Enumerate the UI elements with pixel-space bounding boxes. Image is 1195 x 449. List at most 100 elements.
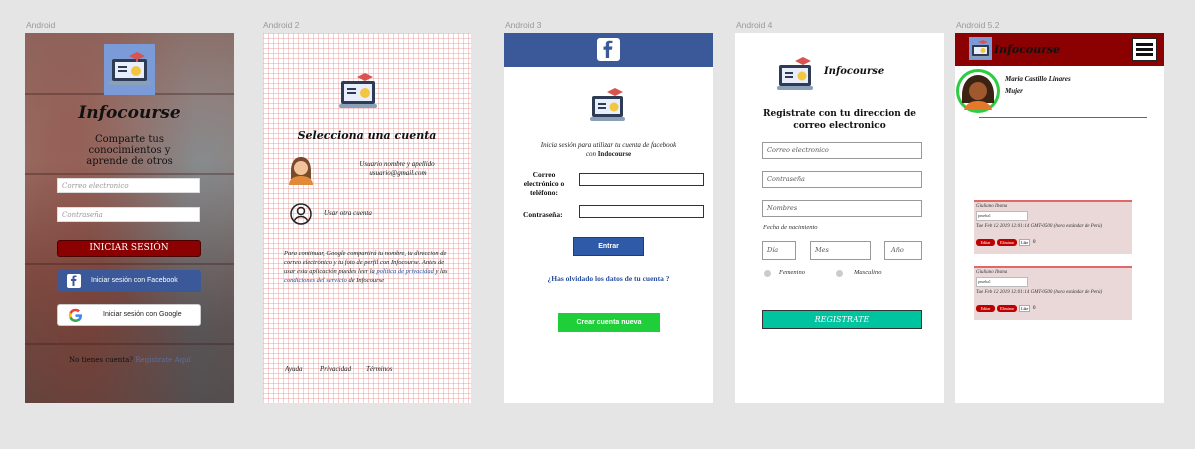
post-author: Giuliano Ibsma — [976, 204, 1008, 209]
edit-button[interactable]: Editar — [976, 305, 995, 312]
post-text: prueba1 — [976, 211, 1028, 221]
email-input[interactable]: Correo electronico — [57, 178, 200, 193]
app-logo-icon — [590, 85, 627, 127]
footer-privacy-link[interactable]: Privacidad — [320, 365, 351, 373]
delete-button[interactable]: Eliminar — [997, 305, 1017, 312]
male-radio[interactable] — [836, 270, 843, 277]
app-title: Infocourse — [824, 66, 885, 77]
use-other-account[interactable]: Usar otra cuenta — [324, 209, 372, 217]
intro-line-1: Inicia sesión para utilizar tu cuenta de… — [540, 141, 677, 149]
month-input[interactable]: Mes — [810, 241, 871, 260]
menu-icon[interactable] — [1132, 38, 1157, 61]
facebook-login-button[interactable]: Iniciar sesión con Facebook — [57, 270, 201, 292]
account-item[interactable]: Usuario nombre y apellido usuario@gmail.… — [263, 160, 471, 178]
login-screen: Infocourse Comparte tus conocimientos y … — [25, 33, 234, 403]
intro-app-name: Indocourse — [597, 150, 632, 158]
app-title: Infocourse — [994, 43, 1061, 56]
app-logo-icon — [969, 37, 992, 60]
frame-label-android: Android — [26, 20, 56, 30]
google-account-screen: Selecciona una cuenta Usuario nombre y a… — [263, 33, 471, 403]
forgot-account-link[interactable]: ¿Has olvidado los datos de tu cuenta ? — [504, 274, 713, 283]
footer-help-link[interactable]: Ayuda — [285, 365, 303, 373]
user-name: Maria Castillo Linares — [1005, 75, 1071, 83]
day-input[interactable]: Día — [762, 241, 796, 260]
tagline-line-2: conocimientos y — [88, 145, 171, 156]
account-name: Usuario nombre y apellido — [359, 160, 435, 168]
facebook-icon — [597, 38, 620, 61]
email-label-line-1: Correo — [532, 170, 556, 179]
app-logo-icon — [339, 69, 377, 121]
google-icon — [68, 308, 83, 325]
register-screen: Infocourse Registrate con tu direccion d… — [735, 33, 944, 403]
post-card: Giuliano Ibsma prueba1 Tue Feb 12 2019 1… — [974, 200, 1132, 254]
user-role: Mujer — [1005, 87, 1023, 95]
register-link[interactable]: Registrate Aquí — [135, 356, 191, 364]
email-label-line-2: electrónico o — [523, 179, 565, 188]
tagline-line-3: aprende de otros — [86, 156, 173, 167]
year-input[interactable]: Año — [884, 241, 922, 260]
like-count: 0 — [1033, 240, 1036, 245]
facebook-login-screen: Inicia sesión para utilizar tu cuenta de… — [504, 33, 713, 403]
app-logo-icon — [104, 44, 155, 95]
app-tagline: Comparte tus conocimientos y aprende de … — [25, 134, 234, 167]
post-author: Giuliano Ibsma — [976, 270, 1008, 275]
email-label-line-3: teléfono: — [530, 188, 558, 197]
like-button[interactable]: Like — [1019, 239, 1031, 246]
email-label: Correo electrónico o teléfono: — [514, 170, 574, 197]
post-date: Tue Feb 12 2019 12:01:14 GMT-0500 (hora … — [976, 224, 1103, 229]
like-button[interactable]: Like — [1019, 305, 1031, 312]
edit-button[interactable]: Editar — [976, 239, 995, 246]
heading-line-2: correo electronico — [793, 121, 886, 131]
post-text: prueba1 — [976, 277, 1028, 287]
frame-label-android-5-2: Android 5.2 — [956, 20, 1000, 30]
google-login-button[interactable]: Iniciar sesión con Google — [57, 304, 201, 326]
footer-terms-link[interactable]: Términos — [366, 365, 392, 373]
facebook-login-label: Iniciar sesión con Facebook — [91, 277, 178, 284]
like-count: 0 — [1033, 306, 1036, 311]
password-label: Contraseña: — [523, 210, 563, 219]
register-button[interactable]: REGISTRATE — [762, 310, 922, 329]
user-circle-icon — [290, 203, 312, 229]
frame-label-android-3: Android 3 — [505, 20, 542, 30]
intro-prefix: con — [585, 150, 598, 158]
page-title: Selecciona una cuenta — [297, 129, 437, 142]
post-date: Tue Feb 12 2019 12:01:14 GMT-0500 (hora … — [976, 290, 1103, 295]
enter-button[interactable]: Entrar — [573, 237, 644, 256]
male-label: Masculino — [854, 269, 882, 276]
profile-divider — [979, 117, 1147, 118]
heading-line-1: Registrate con tu direccion de — [763, 109, 916, 119]
facebook-header — [504, 33, 713, 67]
login-button[interactable]: INICIAR SESIÓN — [57, 240, 201, 257]
app-title: Infocourse — [78, 103, 181, 123]
terms-link[interactable]: condiciones del servicio — [284, 277, 347, 284]
privacy-link[interactable]: política de privacidad — [376, 268, 433, 275]
delete-button[interactable]: Eliminar — [997, 239, 1017, 246]
facebook-intro: Inicia sesión para utilizar tu cuenta de… — [504, 141, 713, 159]
register-heading: Registrate con tu direccion de correo el… — [735, 108, 944, 132]
disclaimer-part-2: y las — [433, 268, 448, 275]
account-email: usuario@gmail.com — [369, 169, 427, 177]
no-account-label: No tienes cuenta? — [69, 356, 134, 364]
facebook-icon — [67, 274, 81, 288]
names-input[interactable]: Nombres — [762, 200, 922, 217]
frame-label-android-2: Android 2 — [263, 20, 300, 30]
create-account-button[interactable]: Crear cuenta nueva — [558, 313, 660, 332]
user-avatar[interactable] — [956, 69, 1000, 113]
disclaimer-part-3: de Infocourse — [346, 277, 385, 284]
password-input[interactable]: Contraseña — [57, 207, 200, 222]
password-input[interactable]: Contraseña — [762, 171, 922, 188]
feed-screen: Infocourse Maria Castillo Linares Mujer … — [955, 33, 1164, 403]
top-bar: Infocourse — [955, 33, 1164, 66]
birth-date-label: Fecha de nacimiento — [763, 224, 818, 231]
tagline-line-1: Comparte tus — [94, 134, 164, 145]
password-input[interactable] — [579, 205, 704, 218]
email-phone-input[interactable] — [579, 173, 704, 186]
female-radio[interactable] — [764, 270, 771, 277]
email-input[interactable]: Correo electronico — [762, 142, 922, 159]
female-label: Femenino — [779, 269, 805, 276]
disclaimer-text: Para continuar, Google compartirá tu nom… — [284, 249, 451, 285]
post-card: Giuliano Ibsma prueba1 Tue Feb 12 2019 1… — [974, 266, 1132, 320]
app-logo-icon — [777, 53, 815, 97]
no-account-text: No tienes cuenta? Registrate Aquí — [69, 356, 191, 364]
frame-label-android-4: Android 4 — [736, 20, 773, 30]
